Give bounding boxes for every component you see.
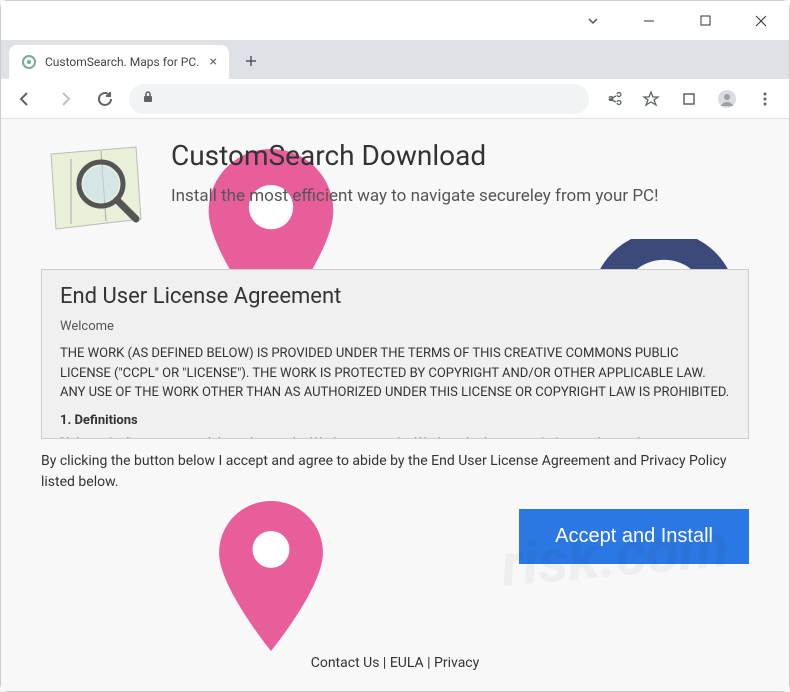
consent-text: By clicking the button below I accept an…: [41, 451, 749, 493]
page-title: CustomSearch Download: [171, 139, 659, 172]
tab-close-icon[interactable]: ×: [210, 54, 217, 70]
lock-icon: [141, 89, 155, 108]
window-controls: [573, 6, 781, 36]
address-bar[interactable]: [129, 84, 589, 114]
menu-icon[interactable]: [749, 83, 781, 115]
page-content: CustomSearch Download Install the most e…: [1, 119, 789, 691]
window-minimize-button[interactable]: [629, 6, 669, 36]
new-tab-button[interactable]: [237, 47, 265, 75]
header: CustomSearch Download Install the most e…: [41, 139, 749, 239]
share-icon[interactable]: [597, 83, 629, 115]
eula-title: End User License Agreement: [60, 284, 730, 309]
tab-favicon-icon: [21, 54, 37, 70]
extensions-icon[interactable]: [673, 83, 705, 115]
accept-install-button[interactable]: Accept and Install: [519, 509, 749, 564]
window-dropdown-icon[interactable]: [573, 6, 613, 36]
eula-definitions-title: 1. Definitions: [60, 413, 730, 428]
eula-box[interactable]: End User License Agreement Welcome THE W…: [41, 269, 749, 439]
logo-image: [41, 139, 151, 239]
footer-privacy-link[interactable]: Privacy: [434, 655, 479, 671]
window-titlebar: [1, 1, 789, 41]
reload-button[interactable]: [89, 83, 121, 115]
forward-button[interactable]: [49, 83, 81, 115]
eula-welcome: Welcome: [60, 319, 730, 334]
tab-bar: CustomSearch. Maps for PC. ×: [1, 41, 789, 79]
eula-definitions-body: "Adaptation" means a work based upon the…: [60, 434, 730, 440]
bookmark-icon[interactable]: [635, 83, 667, 115]
window-maximize-button[interactable]: [685, 6, 725, 36]
footer: Contact Us | EULA | Privacy: [1, 655, 789, 671]
tab-title: CustomSearch. Maps for PC.: [45, 55, 199, 69]
accept-row: Accept and Install: [41, 509, 749, 564]
footer-eula-link[interactable]: EULA: [390, 655, 424, 671]
page-subtitle: Install the most efficient way to naviga…: [171, 186, 659, 206]
footer-contact-link[interactable]: Contact Us: [311, 655, 380, 671]
browser-window: CustomSearch. Maps for PC. ×: [0, 0, 790, 692]
window-close-button[interactable]: [741, 6, 781, 36]
page-main: CustomSearch Download Install the most e…: [1, 119, 789, 614]
header-text: CustomSearch Download Install the most e…: [171, 139, 659, 206]
profile-icon[interactable]: [711, 83, 743, 115]
browser-tab[interactable]: CustomSearch. Maps for PC. ×: [9, 45, 229, 79]
toolbar-right: [597, 83, 781, 115]
eula-body: THE WORK (AS DEFINED BELOW) IS PROVIDED …: [60, 344, 730, 403]
browser-toolbar: [1, 79, 789, 119]
back-button[interactable]: [9, 83, 41, 115]
